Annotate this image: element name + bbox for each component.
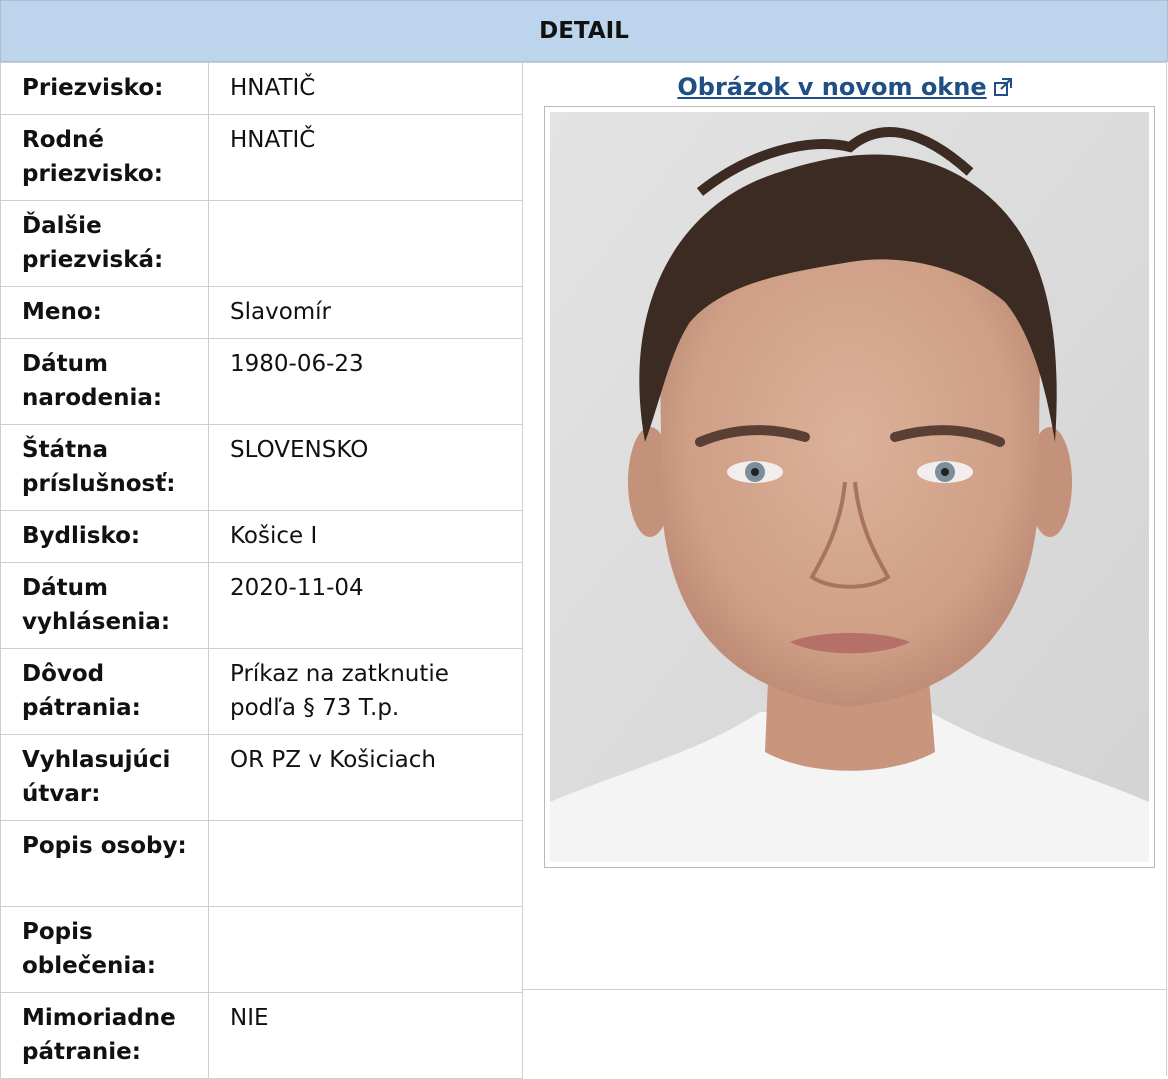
row-value: OR PZ v Košiciach xyxy=(208,734,523,821)
table-row: Ďalšie priezviská: xyxy=(0,200,523,287)
row-value: NIE xyxy=(208,992,523,1079)
row-label: Mimoriadne pátranie: xyxy=(0,992,209,1079)
row-value: HNATIČ xyxy=(208,62,523,115)
row-label: Popis oblečenia: xyxy=(0,906,209,993)
table-row: Priezvisko: HNATIČ xyxy=(0,62,523,115)
detail-header: DETAIL xyxy=(0,0,1168,62)
person-photo[interactable] xyxy=(550,112,1149,862)
row-label: Vyhlasujúci útvar: xyxy=(0,734,209,821)
row-label: Štátna príslušnosť: xyxy=(0,424,209,511)
row-label: Popis osoby: xyxy=(0,820,209,907)
table-row: Dátum narodenia: 1980-06-23 xyxy=(0,338,523,425)
photo-cell: Obrázok v novom okne xyxy=(523,62,1167,990)
row-value: Slavomír xyxy=(208,286,523,339)
row-label: Ďalšie priezviská: xyxy=(0,200,209,287)
row-value xyxy=(208,200,523,287)
row-value: 2020-11-04 xyxy=(208,562,523,649)
empty-cell xyxy=(523,990,1167,1076)
row-value: Príkaz na zatknutie podľa § 73 T.p. xyxy=(208,648,523,735)
details-table: Priezvisko: HNATIČ Rodné priezvisko: HNA… xyxy=(0,62,523,1079)
row-value xyxy=(208,820,523,907)
row-label: Bydlisko: xyxy=(0,510,209,563)
row-label: Priezvisko: xyxy=(0,62,209,115)
photo-frame xyxy=(544,106,1155,868)
detail-page: DETAIL Priezvisko: HNATIČ Rodné priezvis… xyxy=(0,0,1168,1079)
table-row: Meno: Slavomír xyxy=(0,286,523,339)
table-row: Popis oblečenia: xyxy=(0,906,523,993)
external-link-icon[interactable] xyxy=(993,77,1013,101)
row-label: Dôvod pátrania: xyxy=(0,648,209,735)
row-value: SLOVENSKO xyxy=(208,424,523,511)
open-image-new-window-link[interactable]: Obrázok v novom okne xyxy=(677,73,986,101)
row-value: HNATIČ xyxy=(208,114,523,201)
photo-link-row: Obrázok v novom okne xyxy=(523,73,1167,101)
table-row: Vyhlasujúci útvar: OR PZ v Košiciach xyxy=(0,734,523,821)
row-value xyxy=(208,906,523,993)
table-row: Dátum vyhlásenia: 2020-11-04 xyxy=(0,562,523,649)
row-label: Dátum vyhlásenia: xyxy=(0,562,209,649)
table-row: Rodné priezvisko: HNATIČ xyxy=(0,114,523,201)
row-value: 1980-06-23 xyxy=(208,338,523,425)
row-label: Rodné priezvisko: xyxy=(0,114,209,201)
row-label: Dátum narodenia: xyxy=(0,338,209,425)
table-row: Štátna príslušnosť: SLOVENSKO xyxy=(0,424,523,511)
row-label: Meno: xyxy=(0,286,209,339)
table-row: Mimoriadne pátranie: NIE xyxy=(0,992,523,1079)
table-row: Bydlisko: Košice I xyxy=(0,510,523,563)
table-row: Dôvod pátrania: Príkaz na zatknutie podľ… xyxy=(0,648,523,735)
row-value: Košice I xyxy=(208,510,523,563)
detail-title: DETAIL xyxy=(539,18,629,44)
table-row: Popis osoby: xyxy=(0,820,523,907)
